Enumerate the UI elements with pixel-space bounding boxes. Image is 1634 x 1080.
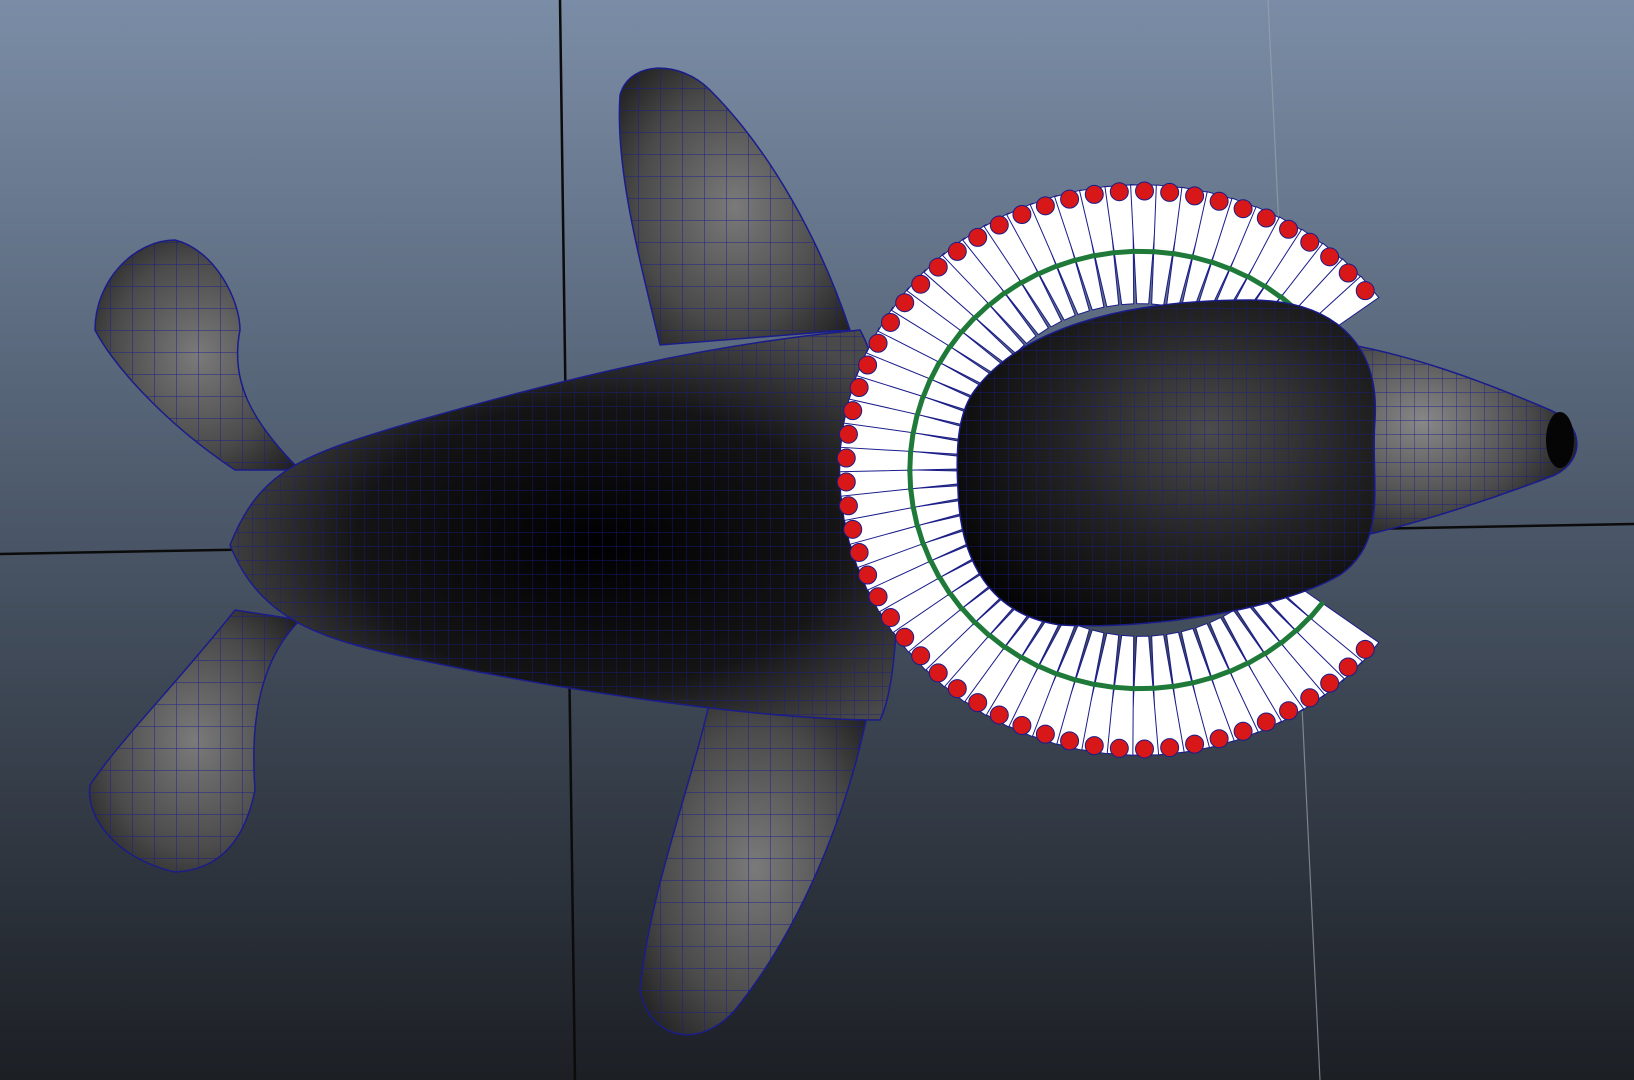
collar-spike-tip (895, 293, 915, 313)
collar-spike-tip (1060, 189, 1080, 209)
collar-spike-tip (1256, 208, 1276, 228)
collar-spike-tip (1300, 688, 1320, 708)
viewport-canvas (0, 0, 1634, 1080)
collar-band (1112, 684, 1135, 692)
collar-spike-tip (843, 401, 863, 421)
collar-band (908, 430, 916, 454)
collar-spike-tip (1320, 673, 1340, 693)
collar-spike-tip (1320, 247, 1340, 267)
collar-spike-tip (1279, 701, 1299, 721)
collar-spike-tip (1060, 731, 1080, 751)
collar-spike-tip (1338, 263, 1358, 283)
collar-spike-tip (1160, 738, 1180, 758)
collar-spike-tip (843, 519, 863, 539)
collar-spike-tip (1209, 729, 1229, 749)
collar-spike-tip (849, 378, 869, 398)
collar-band (907, 449, 914, 472)
collar-spike-tip (880, 608, 900, 628)
collar-spike-tip (1300, 232, 1320, 252)
collar-spike-tip (1209, 191, 1229, 211)
collar-band (1152, 249, 1175, 257)
collar-spike-tip (968, 227, 988, 247)
collar-band (907, 468, 914, 491)
collar-spike-tip (1012, 204, 1032, 224)
collar-band (908, 486, 916, 510)
collar-spike-tip (1012, 716, 1032, 736)
collar-band (1092, 249, 1116, 259)
collar-spike-tip (989, 705, 1009, 725)
collar-spike-tip (1160, 182, 1180, 202)
collar-spike-tip (928, 257, 948, 277)
collar-spike-tip (1256, 712, 1276, 732)
collar-spike-tip (1035, 196, 1055, 216)
collar-spike-tip (1279, 219, 1299, 239)
collar-spike-tip (836, 448, 856, 468)
collar-spike-tip (1084, 736, 1104, 756)
collar-spike-tip (968, 693, 988, 713)
collar-spike-tip (1338, 657, 1358, 677)
collar-spike-tip (947, 679, 967, 699)
collar-spike-tip (868, 333, 888, 353)
collar-spike-tip (928, 663, 948, 683)
collar-spike-tip (1233, 721, 1253, 741)
collar-spike-tip (838, 496, 858, 516)
collar-spike-tip (1233, 199, 1253, 219)
collar-spike-tip (1084, 184, 1104, 204)
collar-spike-tip (1185, 186, 1205, 206)
collar-spike-tip (911, 274, 931, 294)
collar-spike-tip (947, 241, 967, 261)
collar-spike-tip (836, 472, 856, 492)
collar-spike-tip (1135, 181, 1155, 201)
collar-spike-tip (1135, 739, 1155, 759)
collar-spike-tip (1185, 734, 1205, 754)
collar-spike-tip (1109, 182, 1129, 202)
maya-3d-viewport[interactable] (0, 0, 1634, 1080)
collar-spike-tip (1035, 724, 1055, 744)
collar-band (1092, 681, 1116, 691)
collar-spike-tip (858, 565, 878, 585)
collar-spike-tip (1109, 738, 1129, 758)
collar-spike-tip (868, 587, 888, 607)
collar-band (1152, 683, 1175, 691)
collar-spike-tip (989, 215, 1009, 235)
collar-spike-tip (911, 646, 931, 666)
collar-spike-tip (880, 312, 900, 332)
collar-spike-tip (858, 355, 878, 375)
collar-spike-tip (849, 542, 869, 562)
collar-spike-tip (1355, 281, 1375, 301)
collar-spike-tip (895, 627, 915, 647)
collar-spike-tip (838, 424, 858, 444)
collar-spike-tip (1355, 639, 1375, 659)
collar-band (1112, 248, 1135, 256)
